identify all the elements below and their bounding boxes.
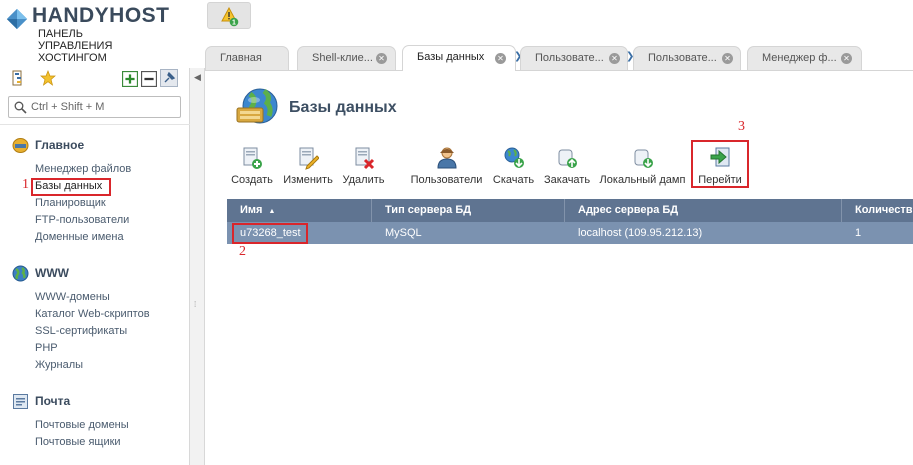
nav-item-domain-names[interactable]: Доменные имена (35, 231, 124, 243)
create-button[interactable]: Создать (231, 146, 273, 186)
tab-label: Shell-клие... (312, 52, 373, 64)
cell-count[interactable]: 1 (842, 222, 913, 244)
cell-type[interactable]: MySQL (372, 222, 565, 244)
tab-label: Менеджер ф... (762, 52, 837, 64)
tab-baseline (205, 70, 913, 71)
alert-count: 1 (232, 20, 236, 27)
column-title: Тип сервера БД (385, 204, 472, 216)
users-button[interactable]: Пользователи (410, 146, 483, 186)
annotation-box-3 (691, 140, 749, 188)
close-icon[interactable]: ✕ (609, 53, 620, 64)
search-input[interactable] (31, 100, 171, 114)
delete-label: Удалить (342, 174, 385, 186)
pin-icon[interactable] (160, 69, 178, 87)
users-label: Пользователи (410, 174, 483, 186)
edit-label: Изменить (283, 174, 333, 186)
sidebar-toolbar (12, 69, 184, 90)
search-icon (14, 101, 27, 114)
sort-asc-icon: ▲ (268, 208, 276, 215)
download-label: Скачать (492, 174, 535, 186)
delete-db-icon (355, 147, 374, 170)
column-title: Адрес сервера БД (578, 204, 679, 216)
download-button[interactable]: Скачать (492, 146, 535, 186)
alerts-button[interactable]: 1 (207, 2, 251, 29)
column-title: Количеств (855, 204, 913, 216)
edit-db-icon (299, 147, 319, 170)
nav-group-title: WWW (35, 266, 69, 280)
download-icon (504, 147, 524, 168)
tree-view-icon[interactable] (12, 70, 28, 86)
annotation-box-2 (232, 223, 308, 244)
nav-item-ssl[interactable]: SSL-сертификаты (35, 325, 127, 337)
upload-button[interactable]: Закачать (544, 146, 590, 186)
close-icon[interactable]: ✕ (722, 53, 733, 64)
column-title: Имя (240, 204, 263, 216)
annotation-number-3: 3 (738, 119, 745, 134)
tab-users-1[interactable]: Пользовате... ✕ (520, 46, 628, 70)
users-icon (436, 147, 457, 169)
create-db-icon (243, 147, 262, 169)
tab-databases[interactable]: Базы данных ✕ (402, 45, 516, 71)
nav-group-www[interactable]: WWW (12, 264, 69, 282)
close-icon[interactable]: ✕ (841, 53, 852, 64)
nav-item-logs[interactable]: Журналы (35, 359, 83, 371)
globe-icon (12, 265, 29, 281)
tab-shell-client[interactable]: Shell-клие... ✕ (297, 46, 396, 70)
upload-label: Закачать (544, 174, 591, 186)
tab-label: Пользовате... (535, 52, 604, 64)
local-dump-button[interactable]: Локальный дамп (599, 146, 686, 186)
page-title: Базы данных (289, 99, 397, 116)
tab-label: Главная (220, 52, 262, 64)
resize-grip-icon[interactable]: ⁞ (194, 300, 200, 312)
tab-label: Пользовате... (648, 52, 717, 64)
brand-subtitle: ПАНЕЛЬ УПРАВЛЕНИЯ ХОСТИНГОМ (38, 28, 113, 64)
column-header-count[interactable]: Количеств (842, 199, 913, 222)
close-icon[interactable]: ✕ (495, 53, 506, 64)
favorites-star-icon[interactable] (40, 70, 56, 86)
nav-item-mailboxes[interactable]: Почтовые ящики (35, 436, 121, 448)
tab-users-2[interactable]: Пользовате... ✕ (633, 46, 741, 70)
nav-group-title: Почта (35, 394, 71, 408)
search-field[interactable] (8, 96, 181, 118)
tab-home[interactable]: Главная (205, 46, 289, 70)
create-label: Создать (231, 174, 273, 186)
nav-item-scheduler[interactable]: Планировщик (35, 197, 106, 209)
nav-item-www-domains[interactable]: WWW-домены (35, 291, 110, 303)
annotation-number-2: 2 (239, 244, 246, 259)
local-dump-icon (634, 149, 653, 168)
cell-address[interactable]: localhost (109.95.212.13) (565, 222, 842, 244)
collapse-all-icon[interactable] (141, 71, 157, 87)
tab-file-manager[interactable]: Менеджер ф... ✕ (747, 46, 862, 70)
hosting-panel: { "brand": {"name": "HANDYHOST", "subtit… (0, 0, 913, 465)
close-icon[interactable]: ✕ (376, 53, 387, 64)
collapse-sidebar-icon[interactable]: ◀ (191, 71, 204, 84)
edit-button[interactable]: Изменить (283, 146, 333, 186)
annotation-box-1 (31, 178, 111, 196)
annotation-number-1: 1 (22, 177, 29, 192)
nav-item-mail-domains[interactable]: Почтовые домены (35, 419, 129, 431)
column-header-type[interactable]: Тип сервера БД (372, 199, 565, 222)
brand-name: HANDYHOST (32, 4, 170, 27)
local-dump-label: Локальный дамп (599, 174, 686, 186)
warning-icon: 1 (221, 7, 239, 27)
sidebar-divider (0, 124, 190, 125)
nav-item-file-manager[interactable]: Менеджер файлов (35, 163, 131, 175)
nav-group-mail[interactable]: Почта (12, 392, 70, 410)
nav-item-web-scripts[interactable]: Каталог Web-скриптов (35, 308, 150, 320)
column-header-address[interactable]: Адрес сервера БД (565, 199, 842, 222)
mail-icon (13, 393, 28, 409)
upload-icon (558, 149, 577, 168)
nav-group-main[interactable]: Главное (12, 136, 84, 154)
home-db-icon (12, 137, 29, 153)
sidebar-splitter[interactable] (190, 68, 205, 465)
nav-item-php[interactable]: PHP (35, 342, 58, 354)
tab-label: Базы данных (417, 51, 485, 63)
nav-item-ftp-users[interactable]: FTP-пользователи (35, 214, 129, 226)
column-header-name[interactable]: Имя ▲ (227, 199, 372, 222)
databases-globe-icon (236, 88, 278, 124)
nav-group-title: Главное (35, 138, 85, 152)
expand-all-icon[interactable] (122, 71, 138, 87)
delete-button[interactable]: Удалить (342, 146, 385, 186)
logo-diamond-icon (6, 8, 28, 30)
